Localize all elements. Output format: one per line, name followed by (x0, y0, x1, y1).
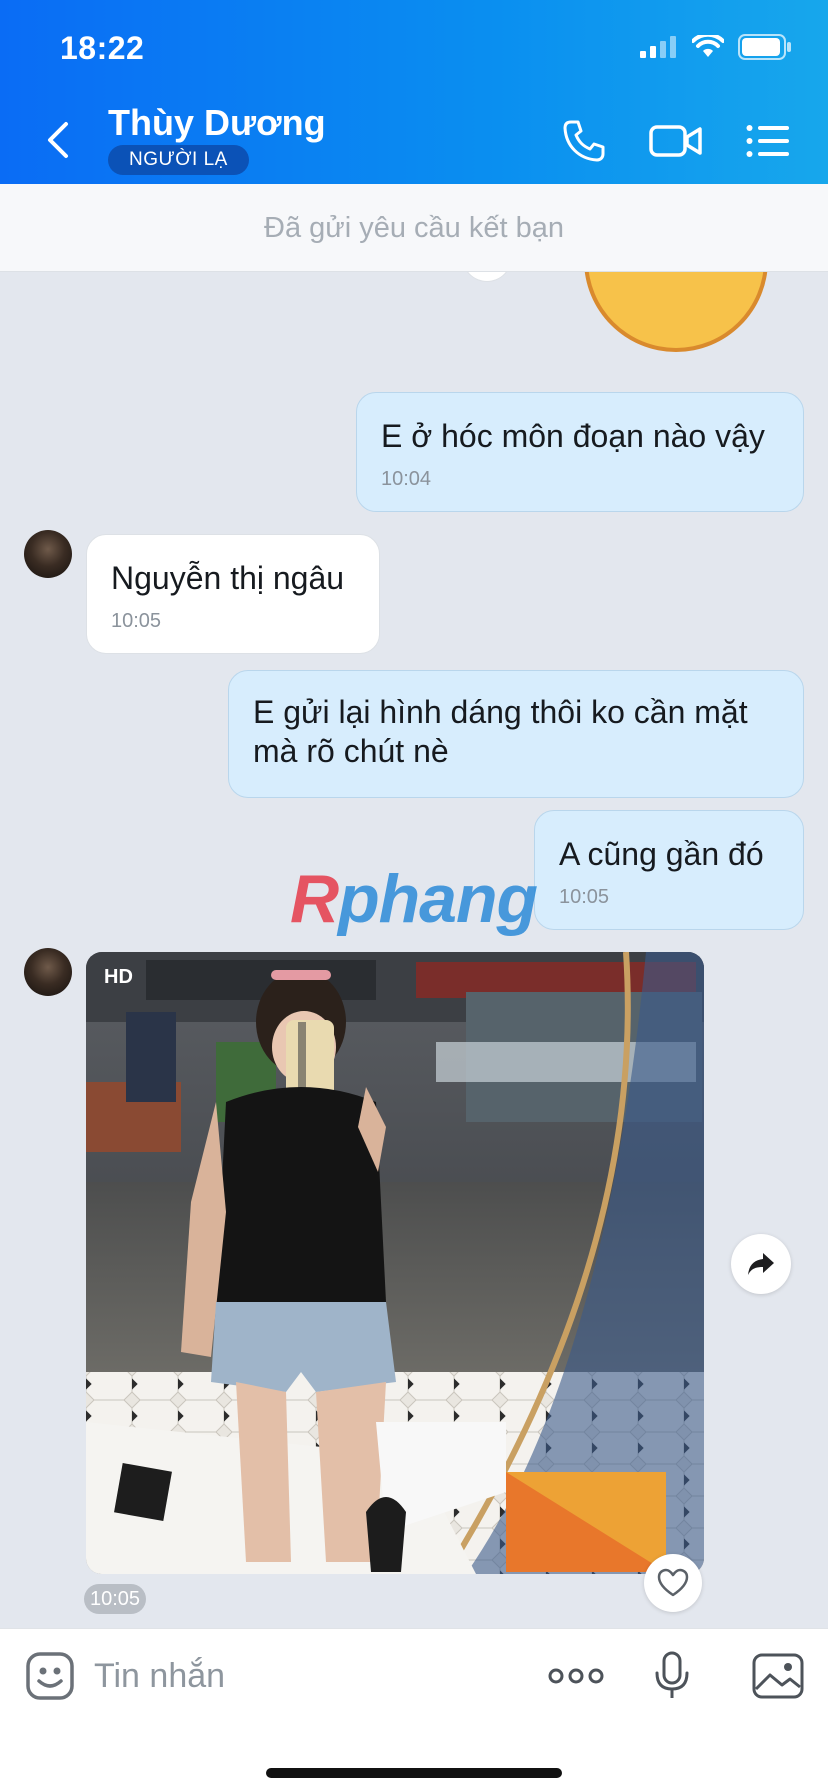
contact-avatar[interactable] (24, 948, 72, 996)
chat-area[interactable]: E ở hóc môn đoạn nào vậy 10:04 Nguyễn th… (0, 272, 828, 1628)
contact-avatar[interactable] (24, 530, 72, 578)
status-icons (640, 34, 792, 60)
microphone-icon (655, 1651, 689, 1698)
back-button[interactable] (38, 118, 82, 162)
message-text: E gửi lại hình dáng thôi ko cần mặt mà r… (253, 694, 748, 769)
friend-request-status: Đã gửi yêu cầu kết bạn (0, 184, 828, 272)
previous-message-partial (462, 272, 512, 282)
message-text: A cũng gần đó (559, 836, 764, 872)
watermark-part2: phang (338, 861, 538, 937)
video-call-button[interactable] (648, 118, 704, 164)
message-bubble-out[interactable]: E ở hóc môn đoạn nào vậy 10:04 (356, 392, 804, 512)
message-time: 10:05 (559, 886, 610, 908)
video-camera-icon (649, 125, 702, 157)
message-bubble-out[interactable]: A cũng gần đó 10:05 (534, 810, 804, 930)
image-button[interactable] (750, 1647, 806, 1705)
phone-icon (563, 120, 605, 162)
sticker-button[interactable] (22, 1647, 78, 1705)
photo-time: 10:05 (84, 1584, 147, 1614)
message-input[interactable]: Tin nhắn (94, 1657, 225, 1696)
watermark-logo: Rphang (290, 860, 538, 938)
photo-image (86, 952, 704, 1574)
call-button[interactable] (558, 118, 610, 164)
stranger-badge: NGƯỜI LẠ (108, 145, 249, 175)
emoji-icon (26, 1652, 74, 1700)
chat-header: 18:22 Thùy Dương NGƯỜI LẠ (0, 0, 828, 184)
voice-button[interactable] (650, 1647, 694, 1705)
message-time: 10:05 (111, 610, 162, 632)
wifi-icon (692, 35, 724, 57)
list-menu-icon (746, 125, 789, 157)
image-icon (752, 1653, 804, 1699)
hd-badge: HD (104, 966, 133, 988)
battery-icon (738, 34, 791, 60)
message-time: 10:04 (381, 468, 432, 490)
more-button[interactable] (546, 1647, 606, 1705)
message-bubble-in[interactable]: Nguyễn thị ngâu 10:05 (86, 534, 380, 654)
share-icon (748, 1253, 774, 1275)
message-bubble-out[interactable]: E gửi lại hình dáng thôi ko cần mặt mà r… (228, 670, 804, 798)
heart-icon (657, 1568, 689, 1597)
message-text: Nguyễn thị ngâu (111, 560, 345, 596)
message-text: E ở hóc môn đoạn nào vậy (381, 418, 765, 454)
status-time: 18:22 (60, 30, 145, 66)
contact-name[interactable]: Thùy Dương (108, 102, 326, 144)
chevron-left-icon (48, 122, 68, 158)
home-indicator (266, 1768, 562, 1778)
sticker-partial (584, 272, 768, 352)
menu-button[interactable] (742, 118, 794, 164)
message-input-bar: Tin nhắn (0, 1628, 828, 1792)
more-dots-icon (548, 1668, 604, 1684)
signal-icon (640, 36, 676, 58)
photo-message[interactable]: HD (86, 952, 704, 1574)
watermark-part1: R (290, 861, 339, 937)
share-button[interactable] (731, 1234, 791, 1294)
like-button[interactable] (644, 1554, 702, 1612)
